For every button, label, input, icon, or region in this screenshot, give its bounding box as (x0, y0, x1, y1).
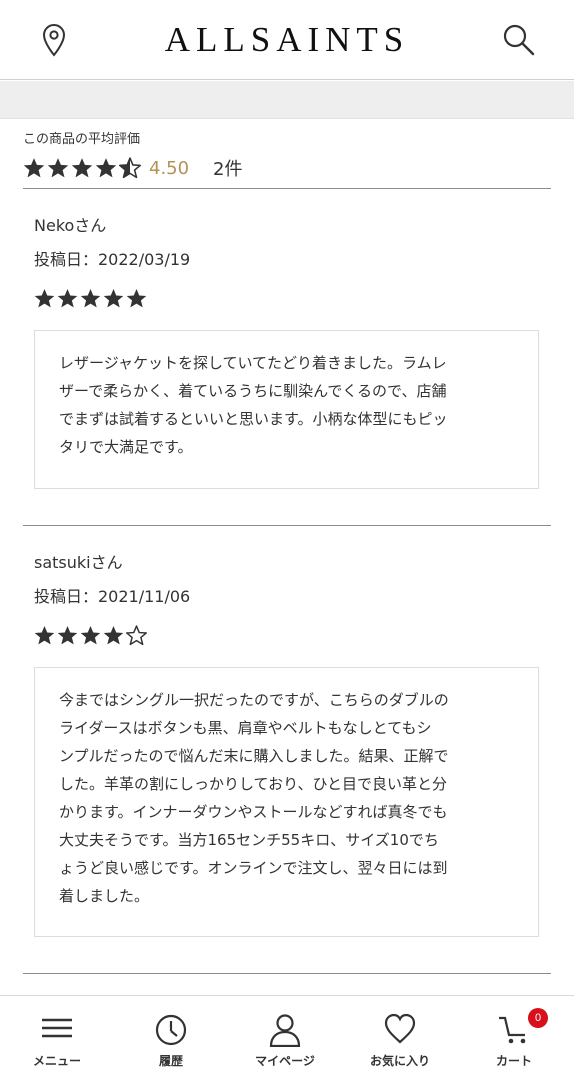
tab-cart[interactable]: 0 カート (464, 996, 564, 1080)
tab-favorites-label: お気に入り (369, 1054, 430, 1068)
star-half-icon (119, 157, 141, 179)
review-text-line: ザーで柔らかく、着ているうちに馴染んでくるので、店舗 (59, 382, 447, 400)
heart-icon (383, 1013, 417, 1049)
tab-history-label: 履歴 (158, 1054, 183, 1068)
star-empty-icon (126, 625, 147, 646)
review-item: Nekoさん 投稿日：2022/03/19 レザージャケットを探していてたどり着… (23, 189, 551, 526)
review-count: 2件 (213, 159, 243, 180)
bottom-tab-bar: メニュー 履歴 マイページ お気に入り 0 カート (0, 995, 574, 1080)
cart-icon (497, 1013, 531, 1049)
cart-badge: 0 (528, 1008, 548, 1028)
rating-summary: この商品の平均評価 4.50 2件 (23, 130, 551, 189)
review-text-line: ライダースはボタンも黒、肩章やベルトもなしとてもシ (59, 719, 432, 737)
tab-mypage[interactable]: マイページ (235, 996, 335, 1080)
star-filled-icon (80, 626, 101, 645)
average-rating-stars (23, 157, 141, 179)
star-filled-icon (34, 289, 55, 308)
review-date: 投稿日：2021/11/06 (34, 587, 191, 606)
review-text-line: ょうど良い感じです。オンラインで注文し、翌々日には到 (59, 859, 448, 877)
review-text-line: 着しました。 (59, 887, 150, 905)
app-header: ALLSAINTS (0, 0, 574, 80)
star-filled-icon (57, 289, 78, 308)
star-filled-icon (23, 158, 45, 178)
tab-menu-label: メニュー (32, 1054, 81, 1068)
average-rating-value: 4.50 (149, 157, 190, 179)
review-text-box: 今まではシングル一択だったのですが、こちらのダブルの ライダースはボタンも黒、肩… (34, 667, 539, 937)
brand-logo[interactable]: ALLSAINTS (0, 20, 574, 60)
gray-spacer-band (0, 81, 574, 119)
star-filled-icon (103, 626, 124, 645)
review-text-line: した。羊革の割にしっかりしており、ひと目で良い革と分 (59, 775, 448, 793)
review-text-line: かります。インナーダウンやストールなどすれば真冬でも (59, 803, 448, 821)
hamburger-menu-icon (40, 1013, 74, 1047)
review-text-box: レザージャケットを探していてたどり着きました。ラムレ ザーで柔らかく、着ているう… (34, 330, 539, 489)
review-user: Nekoさん (34, 216, 107, 235)
review-text-line: レザージャケットを探していてたどり着きました。ラムレ (59, 354, 447, 372)
user-icon (268, 1013, 302, 1051)
review-text-line: タリで大満足です。 (59, 438, 193, 456)
review-item: satsukiさん 投稿日：2021/11/06 今まではシングル一択だったので… (23, 526, 551, 974)
review-text-line: 今まではシングル一択だったのですが、こちらのダブルの (59, 691, 449, 709)
star-filled-icon (126, 289, 147, 308)
review-text-line: 大丈夫そうです。当方165センチ55キロ、サイズ10でち (59, 831, 439, 849)
search-icon[interactable] (500, 22, 538, 58)
review-text-line: ンプルだったので悩んだ末に購入しました。結果、正解で (59, 747, 449, 765)
star-filled-icon (34, 626, 55, 645)
star-filled-icon (95, 158, 117, 178)
review-user: satsukiさん (34, 553, 123, 572)
review-stars (34, 288, 147, 309)
star-filled-icon (80, 289, 101, 308)
tab-cart-label: カート (495, 1054, 532, 1068)
review-text-line: でまずは試着するといいと思います。小柄な体型にもピッ (59, 410, 448, 428)
clock-icon (154, 1013, 188, 1051)
review-stars (34, 625, 147, 646)
average-rating-title: この商品の平均評価 (23, 132, 141, 147)
star-filled-icon (71, 158, 93, 178)
star-filled-icon (47, 158, 69, 178)
tab-favorites[interactable]: お気に入り (350, 996, 450, 1080)
star-filled-icon (57, 626, 78, 645)
star-filled-icon (103, 289, 124, 308)
tab-mypage-label: マイページ (255, 1054, 315, 1068)
tab-menu[interactable]: メニュー (7, 996, 107, 1080)
review-date: 投稿日：2022/03/19 (34, 250, 191, 269)
tab-history[interactable]: 履歴 (121, 996, 221, 1080)
